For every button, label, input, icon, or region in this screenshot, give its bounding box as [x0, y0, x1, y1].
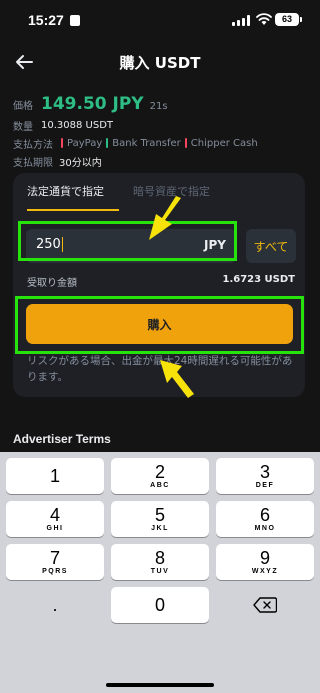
- deadline-row: 支払期限 30分以内: [13, 152, 313, 170]
- tab-fiat[interactable]: 法定通貨で指定: [27, 183, 104, 199]
- cellular-signal-icon: [232, 15, 250, 26]
- wifi-icon: [256, 13, 272, 25]
- key-6[interactable]: 6 MNO: [216, 501, 314, 537]
- page-header: 購入 USDT: [0, 42, 320, 82]
- buy-highlight-frame: [15, 296, 304, 354]
- status-time: 15:27: [28, 12, 64, 28]
- payment-method-chipper-cash: Chipper Cash: [185, 138, 258, 149]
- key-3[interactable]: 3 DEF: [216, 458, 314, 494]
- quantity-label: 数量: [13, 121, 33, 133]
- key-dot[interactable]: .: [6, 587, 104, 623]
- battery-icon: 63: [275, 13, 302, 26]
- price-value: 149.50 JPY: [41, 94, 144, 114]
- deadline-label: 支払期限: [13, 157, 53, 169]
- price-row: 価格 149.50 JPY 21s: [13, 92, 313, 116]
- page-title: 購入 USDT: [119, 54, 201, 72]
- status-bar: 15:27 63: [0, 0, 320, 42]
- arrow-up-icon: [160, 360, 194, 398]
- arrow-down-icon: [149, 196, 181, 240]
- key-1[interactable]: 1: [6, 458, 104, 494]
- key-9[interactable]: 9 WXYZ: [216, 544, 314, 580]
- key-2[interactable]: 2 ABC: [111, 458, 209, 494]
- payment-method-bank-transfer: Bank Transfer: [106, 138, 181, 149]
- key-8[interactable]: 8 TUV: [111, 544, 209, 580]
- order-info: 価格 149.50 JPY 21s 数量 10.3088 USDT 支払方法 P…: [13, 92, 313, 170]
- key-0[interactable]: 0: [111, 587, 209, 623]
- key-4[interactable]: 4 GHI: [6, 501, 104, 537]
- receive-label: 受取り金額: [27, 278, 77, 289]
- payment-method-paypay: PayPay: [61, 138, 102, 149]
- numeric-keyboard: 1 2 ABC 3 DEF 4 GHI 5 JKL 6 MNO 7 PQRS 8…: [0, 452, 320, 693]
- advertiser-terms-heading[interactable]: Advertiser Terms: [13, 432, 111, 446]
- price-label: 価格: [13, 100, 33, 112]
- amount-highlight-frame: [18, 221, 237, 261]
- quantity-row: 数量 10.3088 USDT: [13, 116, 313, 134]
- payment-row: 支払方法 PayPay Bank Transfer Chipper Cash: [13, 134, 313, 152]
- receive-value: 1.6723 USDT: [222, 274, 295, 285]
- all-amount-button[interactable]: すべて: [246, 229, 296, 263]
- active-tab-indicator: [27, 209, 119, 211]
- backspace-icon: [253, 597, 277, 613]
- key-7[interactable]: 7 PQRS: [6, 544, 104, 580]
- key-delete[interactable]: [216, 587, 314, 623]
- payment-label: 支払方法: [13, 139, 53, 151]
- deadline-value: 30分以内: [59, 157, 102, 169]
- home-indicator: [106, 683, 214, 687]
- key-5[interactable]: 5 JKL: [111, 501, 209, 537]
- quantity-value: 10.3088 USDT: [41, 119, 114, 131]
- price-timer: 21s: [149, 100, 168, 112]
- receive-amount-row: 受取り金額 1.6723 USDT: [27, 274, 295, 289]
- lock-screen-icon: [70, 15, 80, 26]
